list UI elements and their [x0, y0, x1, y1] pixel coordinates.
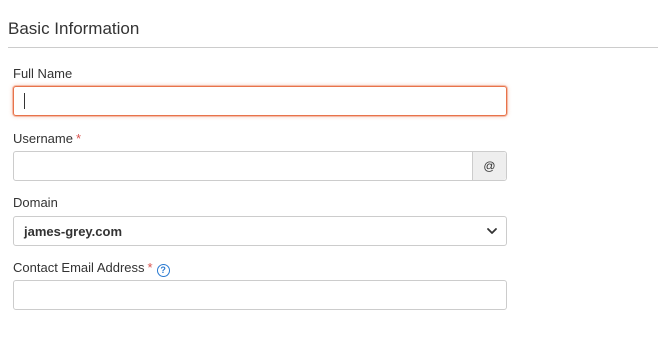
- contact-email-field[interactable]: [13, 280, 507, 310]
- section-title: Basic Information: [8, 19, 140, 38]
- full-name-label: Full Name: [13, 66, 72, 82]
- full-name-input[interactable]: [14, 87, 506, 115]
- domain-label: Domain: [13, 195, 58, 211]
- username-label-text: Username: [13, 131, 73, 146]
- help-circle-icon[interactable]: ?: [156, 264, 170, 277]
- domain-selected-value: james-grey.com: [24, 223, 123, 239]
- contact-email-input[interactable]: [14, 281, 506, 309]
- domain-label-text: Domain: [13, 195, 58, 210]
- section-divider: [8, 47, 658, 48]
- username-label: Username *: [13, 131, 81, 147]
- text-caret: [24, 93, 25, 109]
- chevron-down-icon: [486, 225, 498, 237]
- contact-email-label-text: Contact Email Address: [13, 260, 145, 275]
- full-name-field[interactable]: [13, 86, 507, 116]
- contact-email-label: Contact Email Address *?: [13, 260, 170, 277]
- required-asterisk: *: [147, 260, 153, 275]
- full-name-label-text: Full Name: [13, 66, 73, 81]
- required-asterisk: *: [75, 131, 82, 146]
- username-field[interactable]: @: [13, 151, 507, 181]
- at-sign-addon: @: [472, 152, 506, 180]
- domain-select[interactable]: james-grey.com: [13, 216, 507, 246]
- username-input[interactable]: [14, 152, 472, 180]
